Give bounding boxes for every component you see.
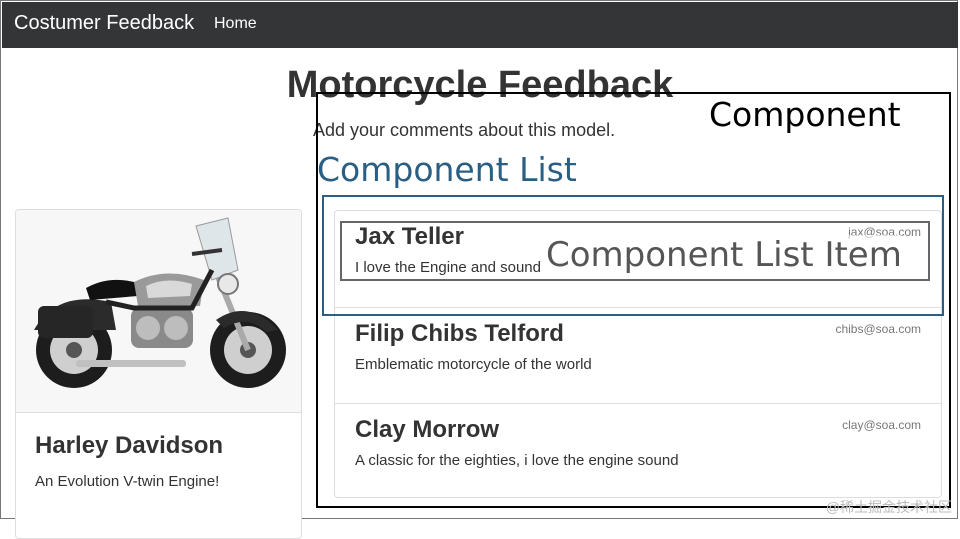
product-description: An Evolution V-twin Engine!: [35, 473, 220, 490]
annotation-component-label: Component: [709, 95, 901, 134]
annotation-component-list-item-label: Component List Item: [546, 235, 902, 275]
product-card: Harley Davidson An Evolution V-twin Engi…: [15, 209, 302, 539]
motorcycle-icon: [16, 210, 301, 412]
navbar: Costumer Feedback Home: [2, 2, 958, 48]
nav-link-home[interactable]: Home: [214, 15, 257, 33]
motorcycle-photo: [16, 210, 301, 413]
navbar-brand[interactable]: Costumer Feedback: [14, 12, 194, 35]
product-name: Harley Davidson: [35, 432, 224, 459]
annotation-component-list-label: Component List: [317, 150, 577, 189]
watermark: @稀土掘金技术社区: [825, 499, 952, 515]
